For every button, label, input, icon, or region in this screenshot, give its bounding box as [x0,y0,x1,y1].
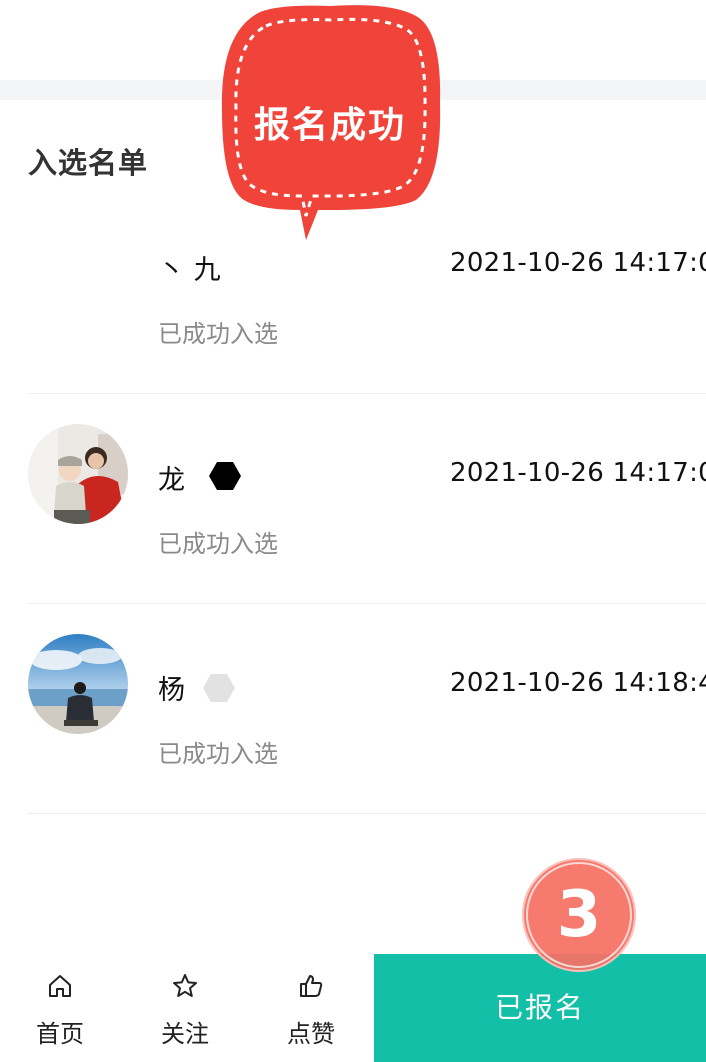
member-name: 杨 [158,668,236,707]
nav-home[interactable]: 首页 [20,972,100,1049]
page-title: 入选名单 [28,146,149,180]
selection-status: 已成功入选 [158,530,278,558]
avatar[interactable] [28,634,128,734]
avatar[interactable] [28,424,128,524]
star-icon [173,974,197,997]
signup-time: 2021-10-26 14:18:44 [450,668,706,698]
list-item[interactable]: 杨 2021-10-26 14:18:44 已成功入选 [0,604,706,814]
selection-status: 已成功入选 [158,320,278,348]
member-name: 丶 九 [158,255,221,286]
thumbs-up-icon [300,975,323,997]
signup-time: 2021-10-26 14:17:08 [450,248,706,278]
signup-time: 2021-10-26 14:17:08 [450,458,706,488]
step-number: 3 [556,878,602,952]
nav-follow[interactable]: 关注 [145,972,225,1049]
selection-status: 已成功入选 [158,740,278,768]
hexagon-mask-icon [202,674,235,702]
step-number-badge: 3 [522,858,636,972]
member-name: 龙 [158,458,242,497]
sticker-text: 报名成功 [253,105,406,146]
nav-home-label: 首页 [36,1020,84,1048]
list-item[interactable]: 龙 2021-10-26 14:17:08 已成功入选 [0,394,706,604]
nav-like[interactable]: 点赞 [271,972,351,1049]
hexagon-mask-icon [208,462,241,490]
home-icon [49,975,71,997]
divider [28,813,706,814]
nav-follow-label: 关注 [161,1020,209,1048]
nav-like-label: 点赞 [287,1020,335,1048]
